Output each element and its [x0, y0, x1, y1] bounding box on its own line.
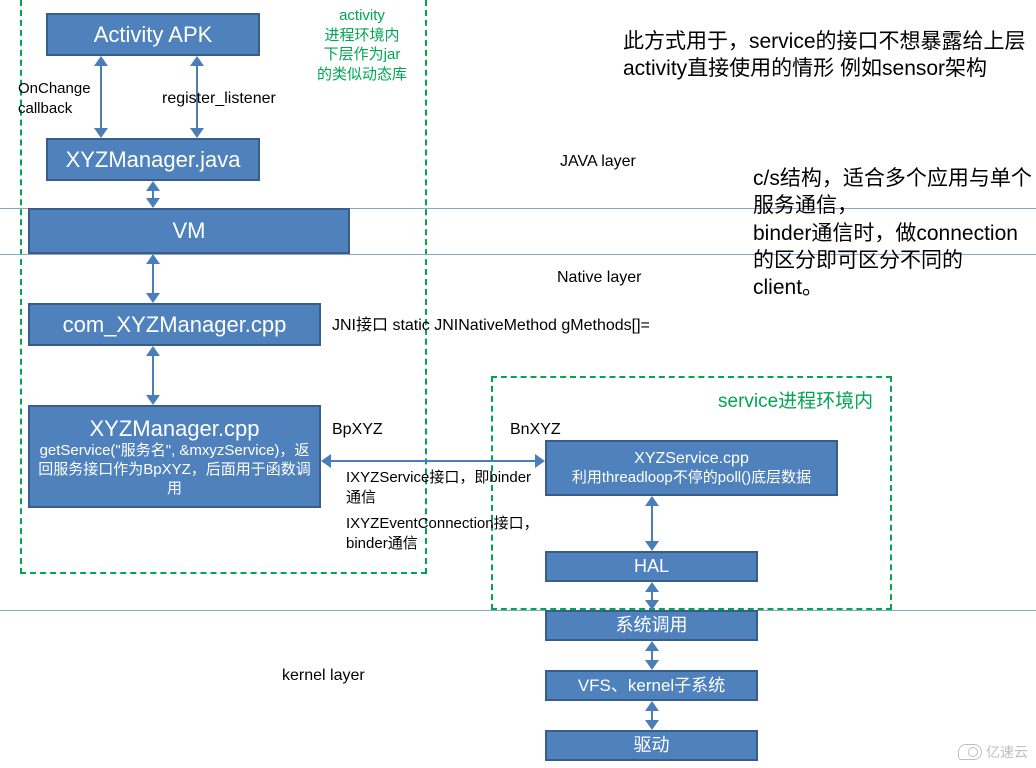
label-ixyz-service: IXYZService接口，即binder通信 [346, 468, 538, 507]
box-hal-label: HAL [634, 555, 669, 578]
arrow-vfs-driver [645, 701, 659, 730]
arrow-syscall-vfs [645, 641, 659, 670]
description-2: c/s结构，适合多个应用与单个服务通信， binder通信时，做connecti… [753, 165, 1033, 301]
label-jni-note: JNI接口 static JNINativeMethod gMethods[]= [332, 316, 650, 337]
label-java-layer: JAVA layer [560, 152, 636, 173]
box-jni-cpp-label: com_XYZManager.cpp [63, 311, 287, 339]
watermark: 亿速云 [958, 742, 1028, 762]
box-vfs-label: VFS、kernel子系统 [578, 675, 725, 696]
box-jni-cpp: com_XYZManager.cpp [28, 303, 321, 346]
activity-region-title: activity 进程环境内 下层作为jar 的类似动态库 [300, 6, 424, 84]
box-hal: HAL [545, 551, 758, 582]
label-bpxyz: BpXYZ [332, 420, 383, 441]
box-xyzmanager-cpp-sub: getService("服务名", &mxyzService)，返回服务接口作为… [38, 442, 311, 498]
label-kernel-layer: kernel layer [282, 666, 365, 687]
label-native-layer: Native layer [557, 268, 641, 289]
box-xyzservice-cpp: XYZService.cpp 利用threadloop不停的poll()底层数据 [545, 440, 838, 496]
arrow-service-hal [645, 496, 659, 551]
label-ixyz-event: IXYZEventConnection接口，binder通信 [346, 514, 556, 553]
description-1: 此方式用于，service的接口不想暴露给上层activity直接使用的情形 例… [623, 28, 1028, 83]
watermark-text: 亿速云 [986, 742, 1028, 762]
box-activity-apk: Activity APK [46, 13, 260, 56]
arrow-apk-manager-left [94, 56, 108, 138]
box-xyzservice-cpp-sub: 利用threadloop不停的poll()底层数据 [572, 469, 811, 488]
box-vm-label: VM [173, 217, 206, 245]
box-xyzmanager-cpp: XYZManager.cpp getService("服务名", &mxyzSe… [28, 405, 321, 508]
arrow-hal-syscall [645, 582, 659, 610]
box-syscall: 系统调用 [545, 610, 758, 641]
box-driver: 驱动 [545, 730, 758, 761]
label-onchange: OnChange callback [18, 79, 91, 118]
arrow-mgr-service [321, 454, 545, 468]
box-xyzmanager-java-label: XYZManager.java [66, 146, 241, 174]
cloud-icon [958, 744, 982, 760]
box-xyzmanager-java: XYZManager.java [46, 138, 260, 181]
box-vfs: VFS、kernel子系统 [545, 670, 758, 701]
box-vm: VM [28, 208, 350, 254]
arrow-vm-jni [146, 254, 160, 303]
box-activity-apk-label: Activity APK [94, 21, 213, 49]
box-syscall-label: 系统调用 [616, 614, 688, 637]
box-driver-label: 驱动 [634, 734, 670, 757]
box-xyzmanager-cpp-title: XYZManager.cpp [90, 415, 260, 443]
arrow-jni-mgrcpp [146, 346, 160, 405]
label-register: register_listener [162, 89, 276, 110]
layer-line-kernel [0, 610, 1036, 611]
service-region-title: service进程环境内 [718, 390, 873, 415]
label-bnxyz: BnXYZ [510, 420, 561, 441]
box-xyzservice-cpp-title: XYZService.cpp [634, 449, 749, 469]
arrow-manager-vm [146, 181, 160, 208]
